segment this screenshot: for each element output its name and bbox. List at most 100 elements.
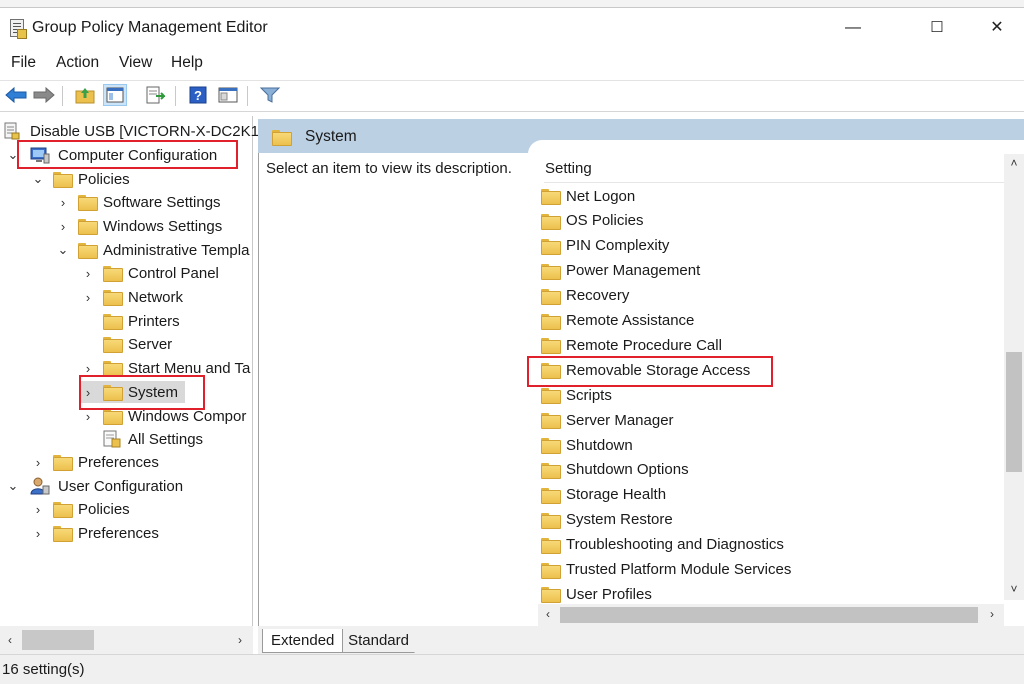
setting-label: Troubleshooting and Diagnostics — [566, 536, 784, 554]
scroll-right-icon[interactable]: › — [230, 633, 250, 647]
filter-icon[interactable] — [258, 84, 282, 106]
setting-row[interactable]: Scripts — [541, 384, 612, 406]
tree-item-preferences-user[interactable]: › Preferences — [31, 522, 159, 544]
folder-icon — [78, 243, 98, 259]
setting-row[interactable]: Server Manager — [541, 409, 674, 431]
svg-text:?: ? — [194, 88, 202, 103]
folder-icon — [103, 337, 123, 353]
menu-file[interactable]: File — [11, 54, 36, 72]
properties-icon[interactable] — [216, 84, 240, 106]
tree-item-administrative-templates[interactable]: ⌄ Administrative Templa — [56, 239, 249, 261]
description-text: Select an item to view its description. — [266, 160, 512, 177]
menu-action[interactable]: Action — [56, 54, 99, 72]
up-folder-icon[interactable] — [73, 84, 97, 106]
scrollbar-thumb[interactable] — [560, 607, 978, 623]
tree-label: Disable USB [VICTORN-X-DC2K19 — [30, 122, 268, 140]
scroll-left-icon[interactable]: ‹ — [0, 633, 20, 647]
chevron-right-icon[interactable]: › — [81, 286, 95, 308]
chevron-down-icon[interactable]: ⌄ — [56, 239, 70, 261]
folder-icon — [541, 263, 561, 280]
setting-row[interactable]: PIN Complexity — [541, 235, 669, 257]
setting-label: Net Logon — [566, 187, 636, 205]
tree-item-all-settings[interactable]: All Settings — [103, 428, 203, 450]
tab-standard-label: Standard — [348, 632, 409, 649]
tree-root-gpo[interactable]: Disable USB [VICTORN-X-DC2K19 — [4, 120, 267, 142]
folder-icon — [541, 462, 561, 479]
setting-row[interactable]: System Restore — [541, 509, 673, 531]
chevron-right-icon[interactable]: › — [56, 191, 70, 213]
folder-icon — [541, 587, 561, 604]
scrollbar-thumb[interactable] — [1006, 352, 1022, 472]
minimize-button[interactable]: — — [830, 16, 876, 40]
tree-label: Windows Compor — [128, 407, 247, 425]
setting-row[interactable]: Shutdown — [541, 434, 633, 456]
menu-view[interactable]: View — [119, 54, 152, 72]
menu-help[interactable]: Help — [171, 54, 203, 72]
folder-icon — [272, 130, 292, 146]
maximize-button[interactable]: ☐ — [914, 16, 960, 40]
status-text: 16 setting(s) — [2, 661, 85, 678]
tree-item-preferences-computer[interactable]: › Preferences — [31, 451, 159, 473]
chevron-right-icon[interactable]: › — [31, 522, 45, 544]
tree-item-server[interactable]: Server — [103, 333, 172, 355]
chevron-down-icon[interactable]: ⌄ — [31, 168, 45, 190]
user-icon — [30, 477, 50, 495]
close-button[interactable]: ✕ — [974, 16, 1020, 40]
tab-extended[interactable]: Extended — [262, 629, 344, 653]
help-icon[interactable]: ? — [186, 84, 210, 106]
list-horizontal-scrollbar[interactable]: ‹ › — [538, 604, 1004, 626]
setting-row[interactable]: Troubleshooting and Diagnostics — [541, 534, 784, 556]
tree-label: All Settings — [128, 430, 204, 448]
tree-label: Administrative Templa — [103, 241, 250, 259]
scroll-right-icon[interactable]: › — [982, 607, 1002, 621]
setting-row[interactable]: User Profiles — [541, 583, 652, 605]
chevron-right-icon[interactable]: › — [31, 498, 45, 520]
setting-row[interactable]: Remote Procedure Call — [541, 334, 722, 356]
setting-row[interactable]: Power Management — [541, 260, 700, 282]
list-vertical-scrollbar[interactable]: ˄ ˅ — [1004, 154, 1024, 600]
tree-item-software-settings[interactable]: › Software Settings — [56, 191, 221, 213]
folder-icon — [78, 195, 98, 211]
setting-row[interactable]: Recovery — [541, 285, 629, 307]
column-header-setting[interactable]: Setting — [545, 160, 592, 177]
setting-label: Recovery — [566, 287, 630, 305]
back-icon[interactable] — [4, 84, 28, 106]
setting-row[interactable]: Remote Assistance — [541, 310, 694, 332]
folder-icon — [103, 290, 123, 306]
tree-label: User Configuration — [58, 477, 184, 495]
tree-item-control-panel[interactable]: › Control Panel — [81, 262, 219, 284]
tree-item-network[interactable]: › Network — [81, 286, 183, 308]
tree-label: Printers — [128, 312, 180, 330]
show-hide-tree-icon[interactable] — [103, 84, 127, 106]
setting-label: Remote Assistance — [566, 312, 695, 329]
tree-item-printers[interactable]: Printers — [103, 310, 180, 332]
toolbar-separator — [247, 86, 248, 106]
tree-item-policies[interactable]: ⌄ Policies — [31, 168, 130, 190]
export-list-icon[interactable] — [143, 84, 167, 106]
tree-label: Software Settings — [103, 193, 221, 211]
scroll-left-icon[interactable]: ‹ — [538, 607, 558, 621]
tree-label: Preferences — [78, 453, 159, 471]
tab-standard[interactable]: Standard — [337, 629, 420, 653]
folder-icon — [541, 288, 561, 305]
scroll-up-icon[interactable]: ˄ — [1004, 156, 1024, 170]
setting-row[interactable]: Storage Health — [541, 484, 666, 506]
setting-row[interactable]: Net Logon — [541, 185, 635, 207]
tree-item-user-policies[interactable]: › Policies — [31, 498, 130, 520]
chevron-right-icon[interactable]: › — [56, 215, 70, 237]
tree-horizontal-scrollbar[interactable]: ‹ › — [0, 626, 253, 654]
tree-item-user-configuration[interactable]: ⌄ User Configuration — [6, 475, 183, 497]
chevron-right-icon[interactable]: › — [81, 262, 95, 284]
setting-row[interactable]: Trusted Platform Module Services — [541, 559, 791, 581]
tree-item-windows-settings[interactable]: › Windows Settings — [56, 215, 222, 237]
forward-icon[interactable] — [32, 84, 56, 106]
group-policy-app-icon — [10, 19, 27, 39]
scrollbar-thumb[interactable] — [22, 630, 94, 650]
chevron-right-icon[interactable]: › — [31, 451, 45, 473]
taskbar-strip — [0, 0, 1024, 8]
tree-label: Windows Settings — [103, 217, 223, 235]
chevron-down-icon[interactable]: ⌄ — [6, 475, 20, 497]
scroll-down-icon[interactable]: ˅ — [1004, 582, 1024, 596]
setting-row[interactable]: Shutdown Options — [541, 459, 689, 481]
setting-row[interactable]: OS Policies — [541, 210, 644, 232]
